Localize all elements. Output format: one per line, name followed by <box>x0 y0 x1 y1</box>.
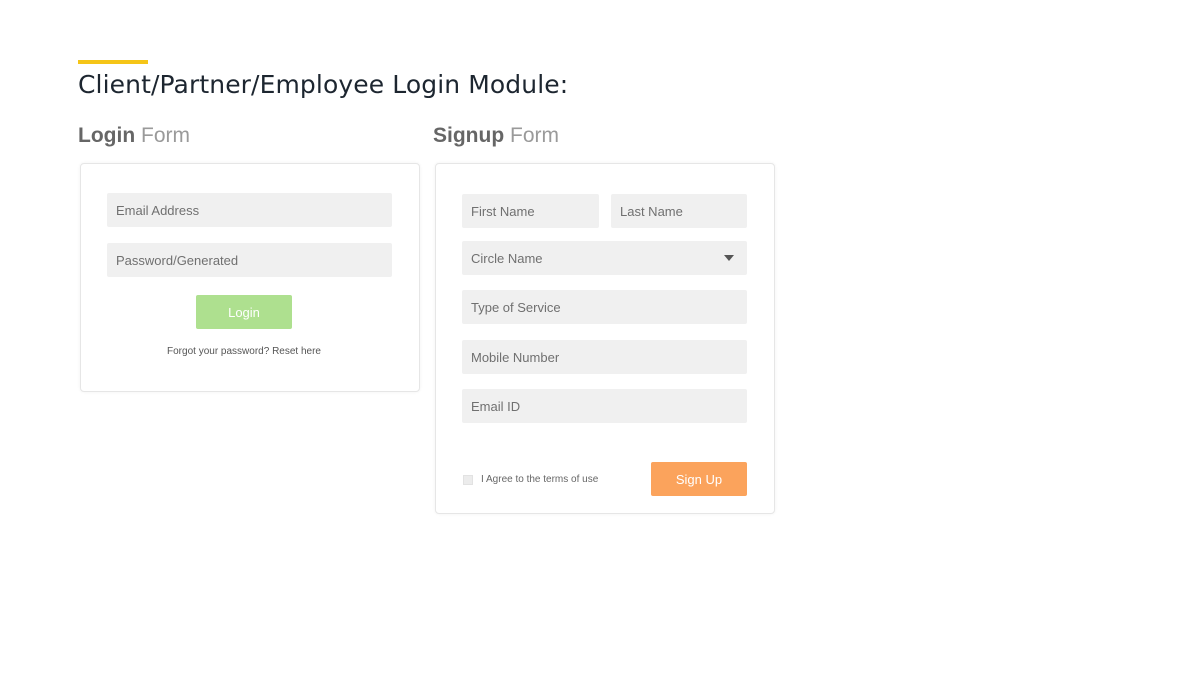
email-id-placeholder: Email ID <box>471 398 521 414</box>
login-password-input[interactable]: Password/Generated <box>107 243 392 277</box>
forgot-password-link[interactable]: Forgot your password? Reset here <box>81 346 407 357</box>
last-name-placeholder: Last Name <box>620 203 683 219</box>
circle-name-value: Circle Name <box>471 250 543 266</box>
login-email-placeholder: Email Address <box>116 202 200 218</box>
chevron-down-icon <box>724 255 734 261</box>
email-id-input[interactable]: Email ID <box>462 389 747 423</box>
circle-name-select[interactable]: Circle Name <box>462 241 747 275</box>
type-of-service-input[interactable]: Type of Service <box>462 290 747 324</box>
login-heading-strong: Login <box>78 124 136 147</box>
login-email-input[interactable]: Email Address <box>107 193 392 227</box>
login-heading: Login Form <box>78 124 190 148</box>
mobile-number-placeholder: Mobile Number <box>471 349 560 365</box>
signup-heading-strong: Signup <box>433 124 505 147</box>
last-name-input[interactable]: Last Name <box>611 194 747 228</box>
signup-heading-light: Form <box>510 124 559 147</box>
login-button[interactable]: Login <box>196 295 292 329</box>
first-name-placeholder: First Name <box>471 203 535 219</box>
login-heading-light: Form <box>141 124 190 147</box>
login-password-placeholder: Password/Generated <box>116 252 239 268</box>
signup-form-card: First Name Last Name Circle Name Type of… <box>435 163 775 514</box>
sign-up-button[interactable]: Sign Up <box>651 462 747 496</box>
terms-checkbox[interactable] <box>463 475 473 485</box>
page-title: Client/Partner/Employee Login Module: <box>78 70 569 99</box>
login-form-card: Email Address Password/Generated Login F… <box>80 163 420 392</box>
signup-heading: Signup Form <box>433 124 559 148</box>
type-of-service-placeholder: Type of Service <box>471 299 561 315</box>
title-accent-bar <box>78 60 148 64</box>
mobile-number-input[interactable]: Mobile Number <box>462 340 747 374</box>
terms-label: I Agree to the terms of use <box>481 474 599 485</box>
first-name-input[interactable]: First Name <box>462 194 599 228</box>
